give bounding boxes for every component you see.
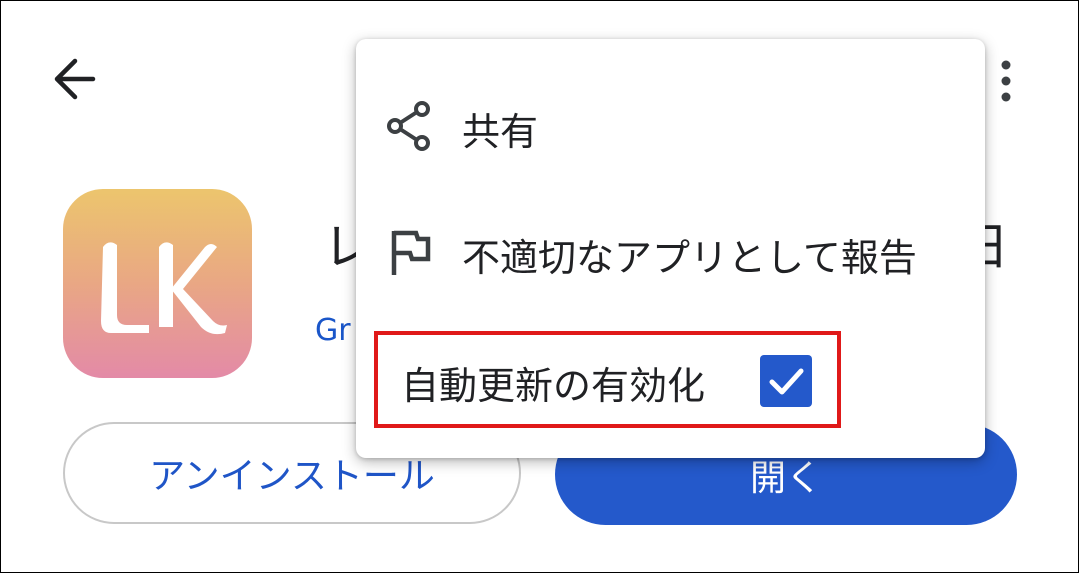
auto-update-label: 自動更新の有効化 bbox=[401, 364, 706, 408]
arrow-left-icon bbox=[54, 58, 96, 100]
auto-update-checkbox[interactable] bbox=[760, 355, 812, 407]
flag-icon bbox=[391, 230, 431, 275]
app-logo-lk bbox=[101, 242, 227, 335]
more-vert-icon bbox=[1001, 60, 1011, 102]
check-icon bbox=[769, 368, 804, 395]
menu-item-auto-update[interactable]: 自動更新の有効化 bbox=[374, 331, 841, 428]
screen-frame: レ 日 Gr アンインストール 開く 共有 不適切なアプリとして報告 自動更新の… bbox=[0, 0, 1079, 573]
more-options-button[interactable] bbox=[987, 53, 1027, 109]
overflow-menu: 共有 不適切なアプリとして報告 自動更新の有効化 bbox=[356, 39, 985, 458]
back-button[interactable] bbox=[45, 53, 105, 105]
menu-item-share[interactable]: 共有 bbox=[356, 91, 985, 161]
menu-item-share-label: 共有 bbox=[462, 110, 539, 154]
share-icon bbox=[387, 101, 430, 151]
menu-item-report-label: 不適切なアプリとして報告 bbox=[462, 236, 917, 280]
menu-item-report[interactable]: 不適切なアプリとして報告 bbox=[356, 215, 985, 285]
app-icon bbox=[63, 189, 252, 378]
